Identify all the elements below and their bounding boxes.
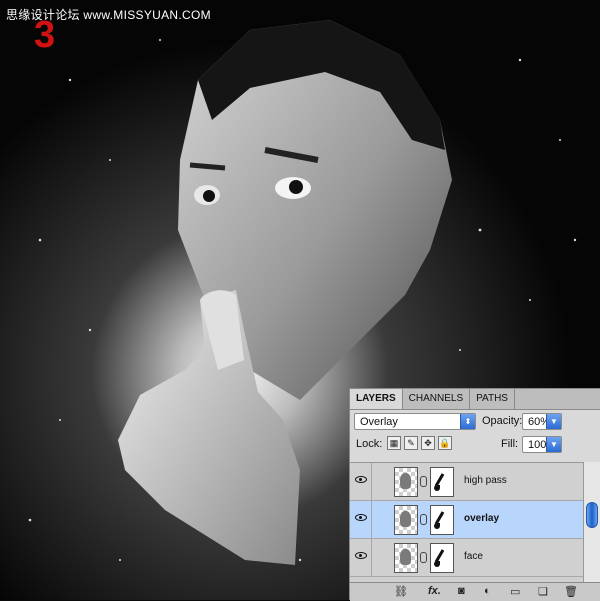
fx-icon[interactable]: fx. (428, 585, 441, 597)
link-icon[interactable]: ⛓ (394, 585, 408, 598)
new-layer-icon[interactable]: ❏ (538, 585, 548, 598)
lock-position-icon[interactable]: ✥ (421, 436, 435, 450)
opacity-dropdown-icon[interactable]: ▼ (546, 414, 561, 429)
layer-mask-thumbnail[interactable] (430, 467, 454, 497)
layer-list: high pass overlay face (350, 462, 583, 583)
link-chain-icon[interactable] (420, 514, 427, 525)
opacity-label: Opacity: (482, 415, 523, 427)
chevron-updown-icon: ⬍ (460, 414, 475, 429)
layer-row-face[interactable]: face (350, 539, 583, 577)
add-mask-icon[interactable]: ◙ (458, 585, 465, 597)
lock-label: Lock: (356, 438, 383, 450)
visibility-toggle[interactable] (350, 501, 372, 538)
layer-name: face (464, 551, 483, 562)
visibility-toggle[interactable] (350, 539, 372, 576)
lock-transparent-icon[interactable]: ▦ (387, 436, 401, 450)
tab-channels[interactable]: CHANNELS (403, 389, 471, 409)
layer-list-scrollbar[interactable] (583, 462, 600, 582)
layers-panel: LAYERS CHANNELS PATHS Overlay ⬍ Opacity:… (349, 388, 600, 601)
trash-icon[interactable]: 🗑 (564, 585, 578, 598)
layer-row-high-pass[interactable]: high pass (350, 463, 583, 501)
scrollbar-thumb[interactable] (586, 502, 598, 528)
eye-icon (355, 514, 367, 521)
visibility-toggle[interactable] (350, 463, 372, 500)
fill-label: Fill: (501, 438, 519, 450)
layer-thumbnail (394, 505, 418, 535)
layer-name: high pass (464, 475, 507, 486)
layer-mask-thumbnail[interactable] (430, 505, 454, 535)
fill-field[interactable]: 100% ▼ (522, 436, 562, 453)
lock-controls: ▦ ✎ ✥ 🔒 (387, 436, 452, 450)
link-chain-icon[interactable] (420, 552, 427, 563)
eye-icon (355, 476, 367, 483)
step-number: 3 (34, 14, 56, 56)
link-chain-icon[interactable] (420, 476, 427, 487)
opacity-field[interactable]: 60% ▼ (522, 413, 562, 430)
lock-all-icon[interactable]: 🔒 (438, 436, 452, 450)
layer-name: overlay (464, 513, 500, 524)
folder-icon[interactable]: ▭ (510, 585, 520, 598)
blend-mode-select[interactable]: Overlay ⬍ (354, 413, 476, 430)
tab-paths[interactable]: PATHS (470, 389, 515, 409)
eye-icon (355, 552, 367, 559)
tab-layers[interactable]: LAYERS (350, 389, 403, 409)
panel-tabs: LAYERS CHANNELS PATHS (350, 389, 600, 410)
fill-dropdown-icon[interactable]: ▼ (546, 437, 561, 452)
layer-thumbnail (394, 543, 418, 573)
adjustment-icon[interactable]: ◐ (484, 585, 491, 597)
lock-image-icon[interactable]: ✎ (404, 436, 418, 450)
layers-bottom-bar: ⛓ fx. ◙ ◐ ▭ ❏ 🗑 (350, 582, 600, 601)
layer-thumbnail (394, 467, 418, 497)
blend-mode-value: Overlay (360, 416, 398, 428)
layer-row-overlay[interactable]: overlay (350, 501, 583, 539)
layer-mask-thumbnail[interactable] (430, 543, 454, 573)
